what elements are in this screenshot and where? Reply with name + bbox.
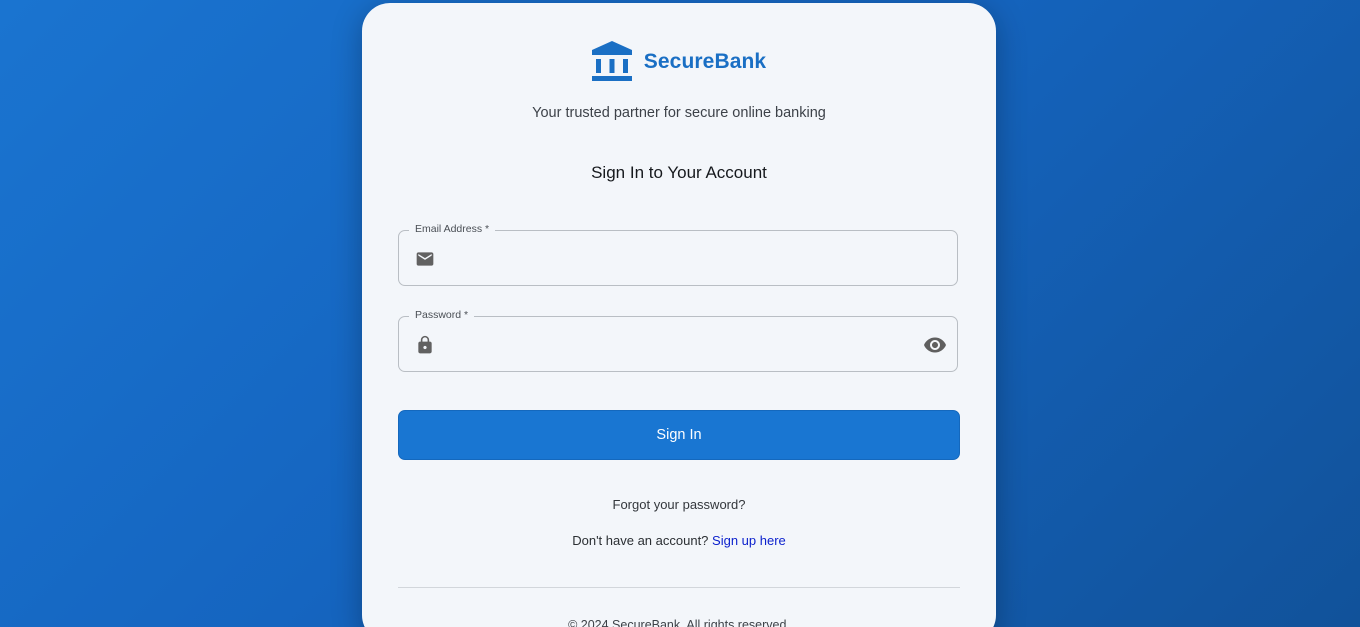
bank-icon — [591, 41, 632, 81]
divider — [398, 587, 960, 588]
lock-icon — [418, 335, 432, 354]
sign-in-button[interactable]: Sign In — [398, 410, 960, 460]
form-heading: Sign In to Your Account — [591, 163, 767, 182]
footer-copyright: © 2024 SecureBank. All rights reserved. — [568, 618, 790, 627]
signup-link[interactable]: Sign up here — [712, 533, 786, 548]
brand-tagline: Your trusted partner for secure online b… — [532, 105, 826, 121]
signup-prompt: Don't have an account? — [572, 533, 709, 548]
email-input[interactable] — [449, 231, 907, 287]
signup-row: Don't have an account? Sign up here — [362, 533, 996, 548]
brand-name: SecureBank — [643, 50, 767, 73]
mail-icon — [416, 252, 434, 266]
email-field[interactable]: Email Address * — [398, 222, 958, 287]
password-field[interactable]: Password * — [398, 308, 958, 373]
eye-icon[interactable] — [923, 333, 947, 357]
login-card: SecureBank Your trusted partner for secu… — [362, 3, 996, 627]
password-input[interactable] — [449, 317, 907, 373]
forgot-password-link[interactable]: Forgot your password? — [362, 497, 996, 512]
brand-header: SecureBank — [362, 41, 996, 83]
